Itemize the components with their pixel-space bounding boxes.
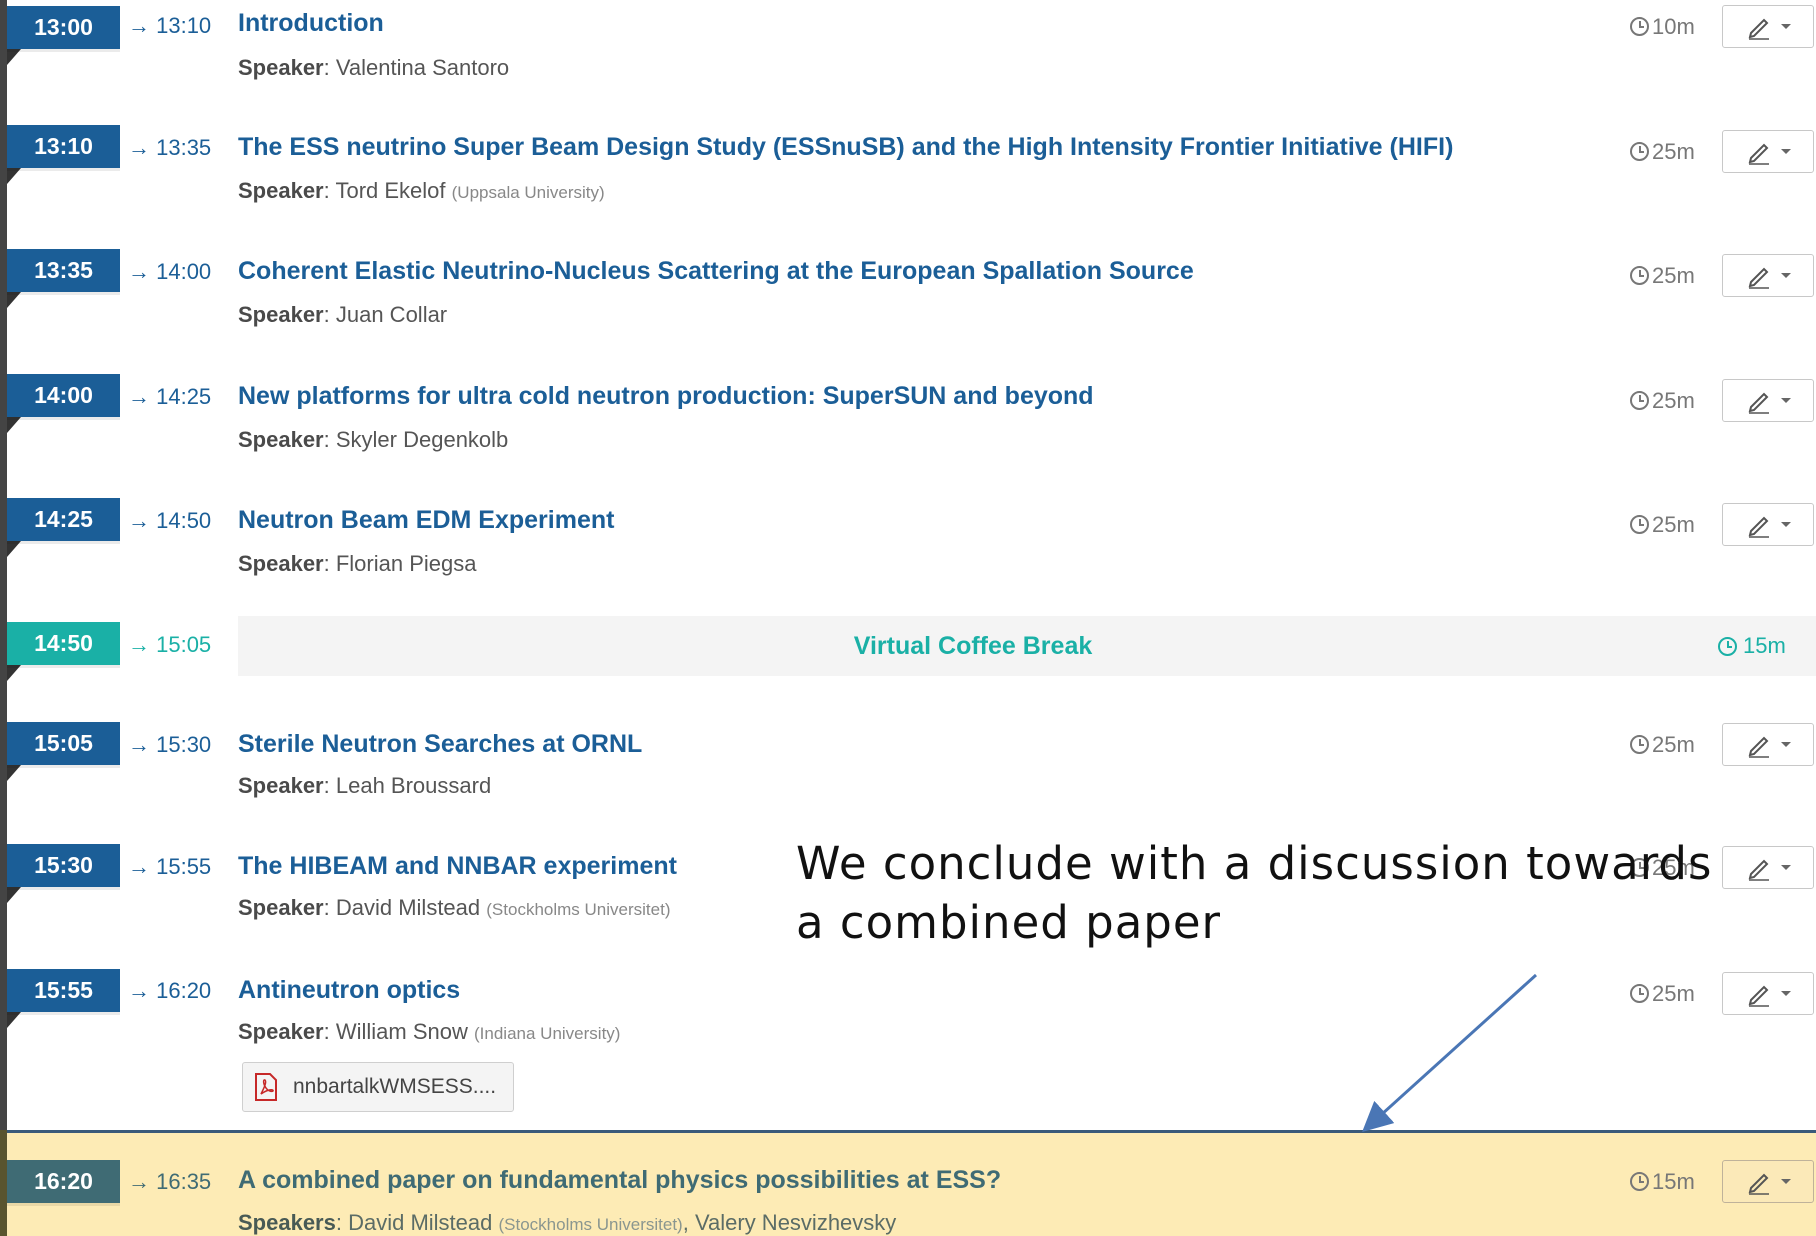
annotation-arrow (1362, 973, 1538, 1133)
timetable: 13:00 → 13:10 Introduction Speaker: Vale… (0, 0, 1816, 1236)
